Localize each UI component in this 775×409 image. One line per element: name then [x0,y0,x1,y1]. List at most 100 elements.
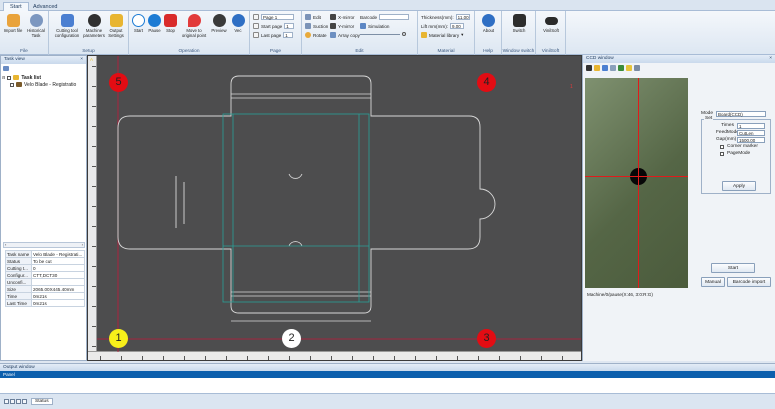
about-button[interactable]: About [477,14,500,33]
pause-button[interactable]: Pause [147,14,162,33]
prev-page-icon[interactable] [10,399,15,404]
zoom-slider[interactable] [360,32,406,36]
registration-marker-4[interactable]: 4 [477,73,496,92]
barcode-input[interactable] [379,14,410,20]
rotate-icon [305,32,311,38]
ccd-start-button[interactable]: Start [711,263,755,273]
collapse-icon[interactable]: ⊟ [2,75,5,80]
page-selector[interactable]: Page 1 [253,14,294,20]
stop-icon [164,14,177,27]
play-icon [132,14,145,27]
thumb-notch-bottom [288,241,303,247]
corner-marker-checkbox[interactable]: Corner marker [720,143,768,150]
rotate-button[interactable]: Rotate [305,32,327,38]
preview-button[interactable]: Preview [210,14,228,33]
status-tab[interactable]: Status [31,398,53,405]
page-group: Page 1 Start page 1 Last page 1 Page [250,11,302,55]
task-toolbar-icon[interactable] [3,66,9,71]
historical-task-button[interactable]: Historical Task [24,14,48,38]
switch-button[interactable]: Switch [506,14,532,33]
vec-button[interactable]: Vec [229,14,247,33]
zoom-in-icon[interactable] [402,32,406,36]
property-key: Cutting t... [5,264,32,272]
output-settings-icon [109,14,123,27]
checkbox[interactable] [10,82,14,87]
close-icon[interactable]: × [80,56,83,64]
registration-marker-2[interactable]: 2 [282,329,301,348]
vinisoft-button[interactable]: VinilSoft [538,14,564,33]
array-copy-button[interactable]: Array copy [330,32,360,38]
property-row: Status To be cut [5,257,85,265]
property-key: Time [5,292,32,300]
tab-start[interactable]: Start [3,2,29,11]
import-file-button[interactable]: Import file [2,14,24,33]
tree-item-task[interactable]: Velo Blade - Registratio [2,81,76,88]
registration-marker-1[interactable]: 1 [109,329,128,348]
suction-button[interactable]: Suction [305,23,328,29]
move-origin-button[interactable]: Move to original point [179,14,209,38]
property-value: 2065.00X445.40mm [31,285,85,293]
barcode-import-button[interactable]: Barcode import [727,277,771,287]
output-settings-button[interactable]: Output Settings [105,14,127,38]
first-page-icon[interactable] [4,399,9,404]
gap-input[interactable]: 1500.00 [737,136,765,143]
import-file-icon [6,14,20,27]
tab-advanced[interactable]: Advanced [26,2,64,11]
registration-marker-3[interactable]: 3 [477,329,496,348]
array-copy-icon [330,32,336,38]
image-icon[interactable] [618,65,624,71]
camera-view[interactable] [585,78,688,288]
folder-icon[interactable] [594,65,600,71]
window-switch-group: Switch Window switch [502,11,536,55]
x-mirror-button[interactable]: X-mirror [330,14,355,20]
chevron-right-icon[interactable]: › [82,242,83,247]
apply-button[interactable]: Apply [722,181,756,191]
grid-icon[interactable] [634,65,640,71]
chevron-down-icon: ▾ [461,32,464,37]
registration-marker-5[interactable]: 5 [109,73,128,92]
chevron-left-icon[interactable]: ‹ [5,242,6,247]
set-groupbox: Set Times 1 FeedMode CutLen Gap(mm) 1500.00… [701,116,771,194]
tree-item-task-list[interactable]: ⊟ Task list [2,74,76,81]
horizontal-scrollbar[interactable]: ‹ › [3,242,85,248]
property-row: Cutting t... 0 [5,264,85,272]
manual-button[interactable]: Manual [701,277,725,287]
help-group-label: Help [483,49,493,54]
edit-button[interactable]: Edit [305,14,321,20]
crosshair-horizontal [585,176,688,177]
y-mirror-button[interactable]: Y-mirror [330,23,354,29]
cutting-tool-button[interactable]: Cutting tool configuration [51,14,83,38]
feedmode-select[interactable]: CutLen [737,129,765,136]
property-row: Last Time 0m21s [5,299,85,307]
start-page-input[interactable]: 1 [284,23,295,29]
property-key: Unconfi... [5,278,32,286]
camera-icon[interactable] [586,65,592,71]
close-icon[interactable]: × [769,55,772,63]
next-page-icon[interactable] [16,399,21,404]
mode-select[interactable]: Board(CCD) [716,110,766,117]
light-icon[interactable] [626,65,632,71]
last-page-input[interactable]: 1 [283,32,294,38]
simulation-button[interactable]: Simulation [360,23,389,29]
last-page-icon[interactable] [22,399,27,404]
material-library-button[interactable]: Material library ▾ [421,32,463,38]
feedmode-row: FeedMode CutLen [716,129,768,136]
task-view-panel: Task view × ⊟ Task list Velo Blade - Regis… [0,55,87,361]
start-page-icon [253,23,259,29]
pagemode-checkbox[interactable]: PageMode [720,150,768,157]
start-button[interactable]: Start [131,14,146,33]
lift-input[interactable]: 9.00 [450,23,465,29]
setup-group-label: Setup [82,49,95,54]
settings-icon[interactable] [602,65,608,71]
barcode-field[interactable]: Barcode [360,14,410,20]
machine-parameters-button[interactable]: Machine parameters [83,14,105,38]
stop-button[interactable]: Stop [163,14,178,33]
ccd-controls: Mode Board(CCD) Set Times 1 FeedMode CutLen… [701,110,771,194]
times-input[interactable]: 1 [737,122,765,129]
last-page-icon [253,32,259,38]
design-svg [97,56,581,352]
thickness-input[interactable]: 11.00 [455,14,470,20]
checkbox[interactable] [7,75,12,80]
capture-icon[interactable] [610,65,616,71]
cutting-canvas[interactable]: A 1 5 4 1 2 3 [87,55,582,361]
